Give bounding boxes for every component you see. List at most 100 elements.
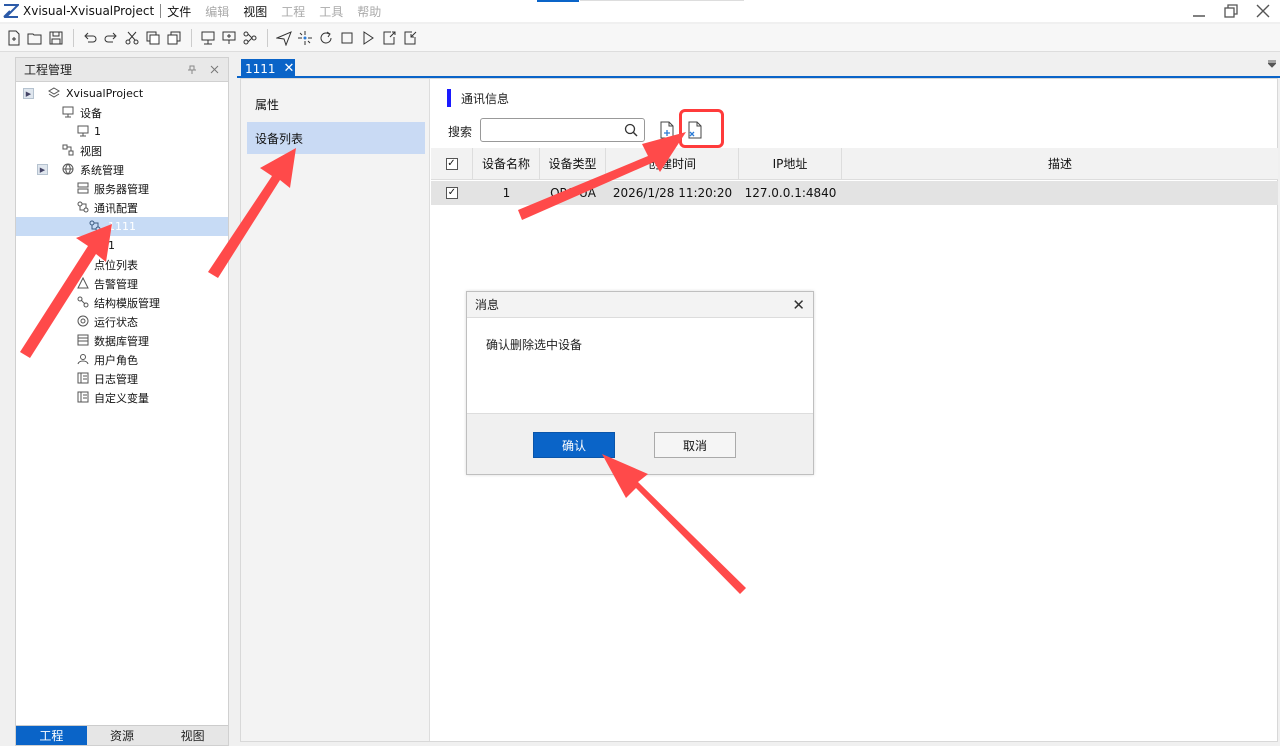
tree-label: 1	[108, 239, 115, 252]
side-nav-properties[interactable]: 属性	[247, 88, 425, 120]
tab-resources[interactable]: 资源	[87, 726, 158, 745]
cut-icon[interactable]	[122, 28, 142, 48]
device-tool-icon[interactable]	[198, 28, 218, 48]
device-icon	[62, 106, 74, 118]
bottom-tabs: 工程 资源 视图	[16, 725, 228, 745]
device-add-tool-icon[interactable]	[219, 28, 239, 48]
export-icon[interactable]	[379, 28, 399, 48]
redo-icon[interactable]	[101, 28, 121, 48]
stop-icon[interactable]	[337, 28, 357, 48]
dialog-close-icon[interactable]: ✕	[792, 296, 805, 314]
copy-icon[interactable]	[143, 28, 163, 48]
tree-item-devices[interactable]: 设备	[16, 103, 228, 122]
alarm-icon	[77, 277, 89, 289]
save-icon[interactable]	[46, 28, 66, 48]
tree-item-1111-child[interactable]: 1	[16, 236, 228, 255]
network-tool-icon[interactable]	[240, 28, 260, 48]
row-checkbox[interactable]: ✓	[446, 187, 458, 199]
pin-icon[interactable]	[184, 62, 200, 78]
minimize-icon[interactable]	[1188, 0, 1210, 22]
sparkle-icon[interactable]	[295, 28, 315, 48]
cancel-button[interactable]: 取消	[654, 432, 736, 458]
menu-help[interactable]: 帮助	[357, 3, 381, 20]
tree-label: 1111	[108, 220, 136, 233]
tree-label: 数据库管理	[94, 334, 149, 348]
tree-item-custom-variable[interactable]: 自定义变量	[16, 388, 228, 407]
tree-item-comm-config[interactable]: 通讯配置	[16, 198, 228, 217]
globe-icon	[62, 163, 74, 175]
restore-icon[interactable]	[1220, 0, 1242, 22]
search-icon[interactable]	[624, 123, 638, 137]
tree-item-structure-template[interactable]: 结构模版管理	[16, 293, 228, 312]
tree-item-1111[interactable]: 1111	[16, 217, 228, 236]
header-device-type[interactable]: 设备类型	[540, 148, 606, 179]
structure-icon	[77, 296, 89, 308]
refresh-icon[interactable]	[316, 28, 336, 48]
server-icon	[77, 182, 89, 194]
cell-device-type: OPC UA	[550, 186, 596, 200]
tab-project[interactable]: 工程	[16, 726, 87, 745]
open-folder-icon[interactable]	[25, 28, 45, 48]
run-icon[interactable]	[358, 28, 378, 48]
paste-icon[interactable]	[164, 28, 184, 48]
row-select[interactable]: ✓	[431, 181, 473, 205]
title-accent	[537, 0, 579, 2]
tree-item-user-role[interactable]: 用户角色	[16, 350, 228, 369]
table-header: ✓ 设备名称 设备类型 创建时间 IP地址 描述	[431, 148, 1278, 180]
doc-tab-1111[interactable]: 1111 ✕	[241, 59, 295, 78]
expand-arrow-icon[interactable]: ▶	[23, 88, 34, 99]
cell-ip: 127.0.0.1:4840	[744, 186, 837, 200]
doc-tab-close-icon[interactable]: ✕	[284, 61, 295, 76]
tree-item-system-management[interactable]: ▶ 系统管理	[16, 160, 228, 179]
confirm-button[interactable]: 确认	[533, 432, 615, 458]
tree-item-server-management[interactable]: 服务器管理	[16, 179, 228, 198]
header-device-name[interactable]: 设备名称	[473, 148, 540, 179]
menu-file[interactable]: 文件	[167, 3, 191, 20]
menu-project[interactable]: 工程	[281, 3, 305, 20]
database-icon	[77, 334, 89, 346]
tree-label: 告警管理	[94, 277, 138, 291]
expand-arrow-icon[interactable]: ▶	[37, 164, 48, 175]
tree-item-point-list[interactable]: 点位列表	[16, 255, 228, 274]
tab-menu-icon[interactable]	[1266, 60, 1278, 70]
select-all-checkbox[interactable]: ✓	[445, 157, 458, 170]
tree-item-log-management[interactable]: 日志管理	[16, 369, 228, 388]
panel-header: 工程管理	[16, 58, 228, 82]
tree-item-xvisualproject[interactable]: ▶ XvisualProject	[16, 84, 228, 103]
undo-icon[interactable]	[80, 28, 100, 48]
header-ip[interactable]: IP地址	[739, 148, 842, 179]
network-icon	[77, 201, 89, 213]
tree-item-run-status[interactable]: 运行状态	[16, 312, 228, 331]
tree-item-alarm-management[interactable]: 告警管理	[16, 274, 228, 293]
tree-label: 设备	[80, 106, 102, 120]
side-nav-device-list[interactable]: 设备列表	[247, 122, 425, 154]
tree-item-device-1[interactable]: 1	[16, 122, 228, 141]
toolbar-separator	[73, 28, 74, 47]
new-file-icon[interactable]	[4, 28, 24, 48]
header-description[interactable]: 描述	[842, 148, 1278, 179]
header-create-time[interactable]: 创建时间	[606, 148, 739, 179]
table-row[interactable]: ✓ 1 OPC UA 2026/1/28 11:20:20 127.0.0.1:…	[431, 181, 1278, 205]
panel-close-icon[interactable]	[206, 62, 222, 78]
panel-title: 工程管理	[24, 63, 73, 77]
doc-tab-label: 1111	[245, 61, 276, 76]
delete-highlight-annotation	[679, 109, 724, 148]
tree-label: 自定义变量	[94, 391, 149, 405]
search-input[interactable]	[480, 118, 645, 142]
header-select-all[interactable]: ✓	[431, 148, 473, 179]
menu-tools[interactable]: 工具	[319, 3, 343, 20]
tab-views[interactable]: 视图	[157, 726, 228, 745]
menu-edit[interactable]: 编辑	[205, 3, 229, 20]
layers-icon	[48, 87, 60, 99]
title-separator	[160, 4, 162, 18]
menu-view[interactable]: 视图	[243, 3, 267, 20]
tree-label: 运行状态	[94, 315, 138, 329]
tree-item-views[interactable]: 视图	[16, 141, 228, 160]
send-icon[interactable]	[274, 28, 294, 48]
confirm-dialog: 消息 ✕ 确认删除选中设备 确认 取消	[466, 291, 814, 475]
add-device-icon[interactable]	[659, 121, 675, 139]
tree-item-database[interactable]: 数据库管理	[16, 331, 228, 350]
app-title: Xvisual-XvisualProject	[23, 4, 155, 18]
import-icon[interactable]	[400, 28, 420, 48]
close-window-icon[interactable]	[1252, 0, 1274, 22]
